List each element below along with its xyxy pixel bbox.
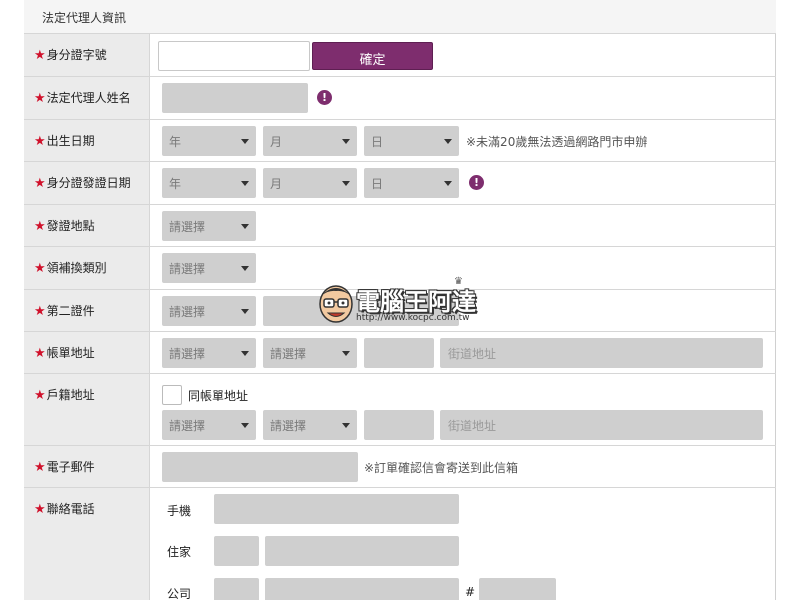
- label-text: 領補換類別: [46, 261, 107, 275]
- watermark-title: 電腦王阿達: [356, 288, 476, 316]
- chevron-down-icon: [241, 309, 249, 314]
- household-street-input[interactable]: 街道地址: [440, 410, 763, 440]
- confirm-button[interactable]: 確定: [312, 42, 433, 70]
- office-extension-input[interactable]: [479, 578, 556, 600]
- watermark-logo: ♛ 電腦王阿達 http://www.kocpc.com.tw: [316, 276, 492, 330]
- chevron-down-icon: [342, 351, 350, 356]
- required-star-icon: ★: [34, 388, 46, 403]
- chevron-down-icon: [342, 423, 350, 428]
- chevron-down-icon: [241, 181, 249, 186]
- row-label: ★聯絡電話: [24, 488, 150, 600]
- issue-type-select[interactable]: 請選擇: [162, 253, 256, 283]
- row-id-number: ★身分證字號 確定: [24, 34, 776, 77]
- chevron-down-icon: [444, 139, 452, 144]
- row-household-address: ★戶籍地址 同帳單地址 請選擇 請選擇 街道地址: [24, 374, 776, 446]
- label-text: 戶籍地址: [46, 388, 95, 402]
- required-star-icon: ★: [34, 460, 46, 475]
- guardian-name-input[interactable]: [162, 83, 308, 113]
- chevron-down-icon: [241, 423, 249, 428]
- chevron-down-icon: [241, 266, 249, 271]
- row-label: ★電子郵件: [24, 446, 150, 487]
- billing-city-select[interactable]: 請選擇: [162, 338, 256, 368]
- row-phone: ★聯絡電話 手機 住家 公司 #: [24, 488, 776, 600]
- household-district-select[interactable]: 請選擇: [263, 410, 357, 440]
- email-input[interactable]: [162, 452, 358, 482]
- same-as-billing-checkbox[interactable]: [162, 385, 182, 405]
- second-id-select[interactable]: 請選擇: [162, 296, 256, 326]
- chevron-down-icon: [241, 351, 249, 356]
- label-text: 法定代理人姓名: [46, 91, 131, 105]
- billing-district-select[interactable]: 請選擇: [263, 338, 357, 368]
- required-star-icon: ★: [34, 502, 46, 517]
- row-label: ★戶籍地址: [24, 374, 150, 445]
- home-label: 住家: [167, 545, 192, 559]
- id-number-input[interactable]: [158, 41, 310, 71]
- issue-place-select[interactable]: 請選擇: [162, 211, 256, 241]
- extension-symbol: #: [465, 585, 476, 599]
- chevron-down-icon: [342, 139, 350, 144]
- household-city-select[interactable]: 請選擇: [162, 410, 256, 440]
- required-star-icon: ★: [34, 261, 46, 276]
- label-text: 出生日期: [46, 134, 95, 148]
- label-text: 第二證件: [46, 304, 95, 318]
- home-area-code-input[interactable]: [214, 536, 259, 566]
- warning-icon: !: [317, 90, 332, 105]
- mobile-input[interactable]: [214, 494, 459, 524]
- row-label: ★出生日期: [24, 120, 150, 161]
- watermark-url: http://www.kocpc.com.tw: [356, 313, 470, 323]
- mascot-face-icon: [319, 285, 353, 323]
- birth-day-select[interactable]: 日: [364, 126, 459, 156]
- section-title: 法定代理人資訊: [24, 0, 776, 34]
- row-guardian-name: ★法定代理人姓名 !: [24, 77, 776, 120]
- row-label: ★帳單地址: [24, 332, 150, 373]
- label-text: 聯絡電話: [46, 502, 95, 516]
- row-label: ★發證地點: [24, 205, 150, 246]
- chevron-down-icon: [241, 139, 249, 144]
- label-text: 身分證發證日期: [46, 176, 131, 190]
- row-label: ★第二證件: [24, 290, 150, 331]
- required-star-icon: ★: [34, 48, 46, 63]
- chevron-down-icon: [342, 181, 350, 186]
- row-email: ★電子郵件 ※訂單確認信會寄送到此信箱: [24, 446, 776, 488]
- email-note: ※訂單確認信會寄送到此信箱: [364, 461, 519, 475]
- label-text: 身分證字號: [46, 48, 107, 62]
- required-star-icon: ★: [34, 176, 46, 191]
- issue-day-select[interactable]: 日: [364, 168, 459, 198]
- chevron-down-icon: [241, 224, 249, 229]
- row-label: ★法定代理人姓名: [24, 77, 150, 119]
- office-number-input[interactable]: [265, 578, 459, 600]
- issue-month-select[interactable]: 月: [263, 168, 357, 198]
- same-as-billing-label: 同帳單地址: [188, 389, 249, 403]
- home-number-input[interactable]: [265, 536, 459, 566]
- birth-year-select[interactable]: 年: [162, 126, 256, 156]
- label-text: 電子郵件: [46, 460, 95, 474]
- office-area-code-input[interactable]: [214, 578, 259, 600]
- chevron-down-icon: [444, 181, 452, 186]
- required-star-icon: ★: [34, 304, 46, 319]
- required-star-icon: ★: [34, 346, 46, 361]
- required-star-icon: ★: [34, 134, 46, 149]
- label-text: 帳單地址: [46, 346, 95, 360]
- row-label: ★身分證字號: [24, 34, 150, 76]
- required-star-icon: ★: [34, 219, 46, 234]
- row-label: ★領補換類別: [24, 247, 150, 289]
- row-id-issue-date: ★身分證發證日期 年 月 日 !: [24, 162, 776, 205]
- required-star-icon: ★: [34, 91, 46, 106]
- row-birth-date: ★出生日期 年 月 日 ※未滿20歲無法透過網路門市申辦: [24, 120, 776, 162]
- household-zip-input[interactable]: [364, 410, 434, 440]
- row-issue-place: ★發證地點 請選擇: [24, 205, 776, 247]
- issue-year-select[interactable]: 年: [162, 168, 256, 198]
- billing-zip-input[interactable]: [364, 338, 434, 368]
- billing-street-input[interactable]: 街道地址: [440, 338, 763, 368]
- row-billing-address: ★帳單地址 請選擇 請選擇 街道地址: [24, 332, 776, 374]
- row-label: ★身分證發證日期: [24, 162, 150, 204]
- label-text: 發證地點: [46, 219, 95, 233]
- office-label: 公司: [167, 587, 192, 600]
- warning-icon: !: [469, 175, 484, 190]
- age-note: ※未滿20歲無法透過網路門市申辦: [466, 135, 648, 149]
- birth-month-select[interactable]: 月: [263, 126, 357, 156]
- mobile-label: 手機: [167, 504, 192, 518]
